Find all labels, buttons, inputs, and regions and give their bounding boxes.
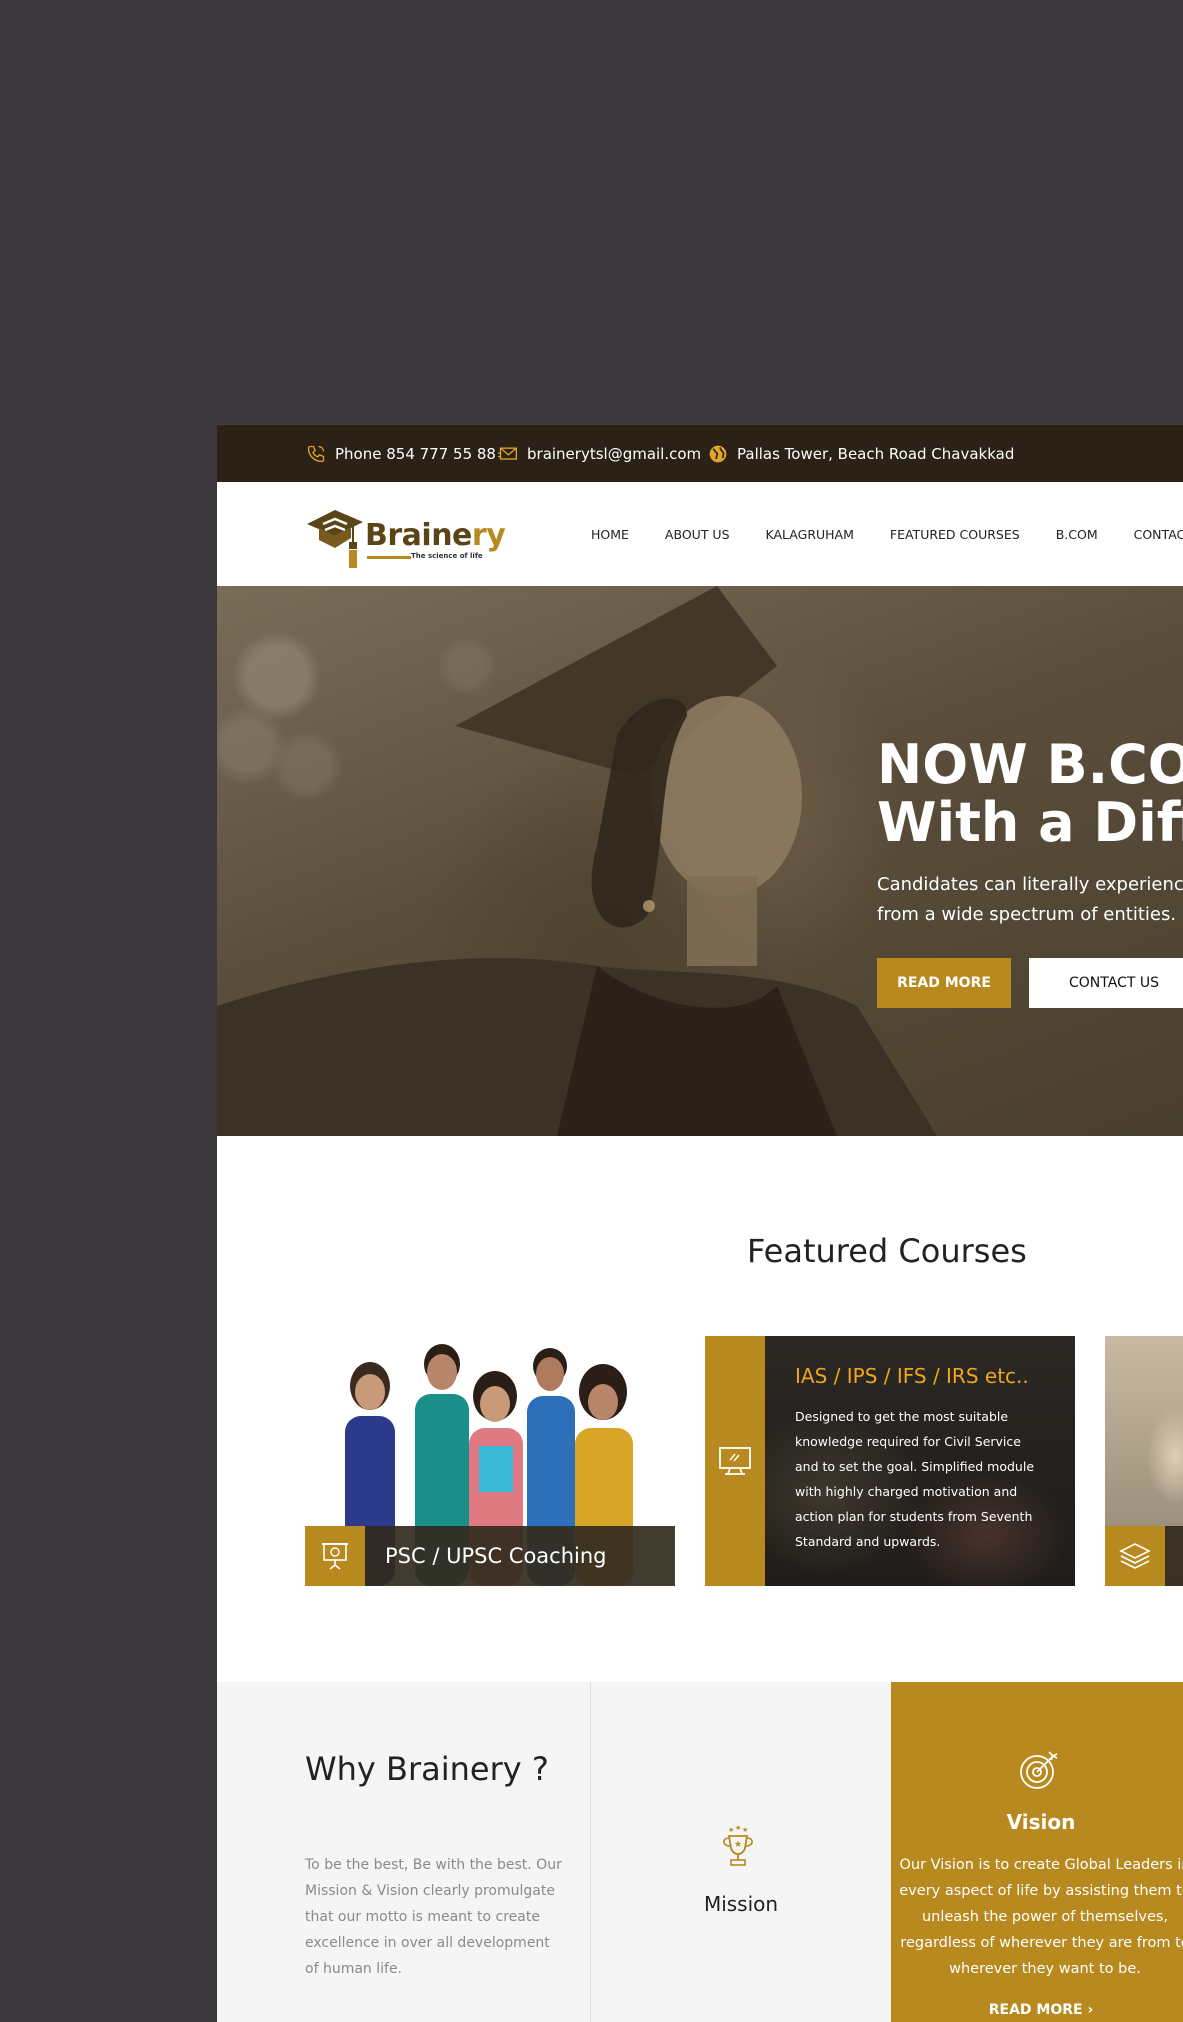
site-header: Brainery The science of life HOME ABOUT … [217, 482, 1183, 586]
hero-read-more-button[interactable]: READ MORE [877, 958, 1011, 1008]
hero-banner: NOW B.COM With a Difference Candidates c… [217, 586, 1183, 1136]
monitor-icon [719, 1447, 751, 1475]
globe-icon [707, 443, 729, 465]
why-column: Why Brainery ? To be the best, Be with t… [217, 1682, 591, 2022]
top-info-bar: Phone 854 777 55 88 brainerytsl@gmail.co… [217, 424, 1183, 483]
course-card-title: IAS / IPS / IFS / IRS etc.. [795, 1364, 1029, 1388]
course-card-third[interactable] [1105, 1336, 1183, 1586]
vision-title: Vision [1006, 1810, 1076, 1834]
nav-home[interactable]: HOME [591, 527, 629, 542]
why-text: To be the best, Be with the best. Our Mi… [305, 1857, 562, 1977]
logo-text-accent: ry [471, 518, 506, 553]
logo-wordmark: Brainery [365, 518, 506, 553]
logo-text-main: Braine [365, 518, 472, 553]
vision-text: Our Vision is to create Global Leaders i… [899, 1857, 1183, 1977]
mission-block[interactable]: ★ ★ ★ ★ Mission [591, 1682, 891, 2022]
layers-icon [1105, 1526, 1165, 1586]
hero-title: NOW B.COM With a Difference [877, 736, 1183, 852]
address-text: Pallas Tower, Beach Road Chavakkad [737, 445, 1015, 463]
featured-courses-heading: Featured Courses [747, 1232, 1027, 1270]
mission-label: Mission [703, 1892, 779, 1916]
course-card-description: Designed to get the most suitable knowle… [795, 1409, 1035, 1549]
main-nav: HOME ABOUT US KALAGRUHAM FEATURED COURSE… [591, 482, 1183, 586]
brainery-logo[interactable]: Brainery The science of life [305, 504, 506, 570]
nav-featured-courses[interactable]: FEATURED COURSES [890, 527, 1020, 542]
why-brainery-section: Why Brainery ? To be the best, Be with t… [217, 1682, 1183, 2022]
vision-read-more-label: READ MORE [988, 2002, 1083, 2018]
why-heading: Why Brainery ? [305, 1750, 549, 1788]
hero-title-line1: NOW B.COM [877, 733, 1183, 796]
phone-text: Phone 854 777 55 88 [335, 445, 496, 463]
presentation-icon [305, 1526, 365, 1586]
nav-bcom[interactable]: B.COM [1056, 527, 1098, 542]
course-card-caption [1165, 1526, 1183, 1586]
graduate-woman-image [217, 586, 937, 1136]
hero-contact-us-button[interactable]: CONTACT US [1029, 958, 1183, 1008]
course-card-label: PSC / UPSC Coaching [385, 1544, 607, 1568]
email-contact[interactable]: brainerytsl@gmail.com [497, 425, 701, 483]
vision-read-more-link[interactable]: READ MORE › [891, 2002, 1183, 2018]
vision-block: Vision Our Vision is to create Global Le… [891, 1682, 1183, 2022]
svg-text:★: ★ [742, 1826, 748, 1834]
email-text: brainerytsl@gmail.com [527, 445, 702, 463]
target-icon [1017, 1748, 1061, 1797]
graduation-cap-icon [307, 510, 363, 568]
hero-subtitle: Candidates can literally experience from… [877, 870, 1183, 930]
course-card-civil-services[interactable]: IAS / IPS / IFS / IRS etc.. Designed to … [705, 1336, 1075, 1586]
website-page: Phone 854 777 55 88 brainerytsl@gmail.co… [217, 424, 1183, 2022]
phone-contact[interactable]: Phone 854 777 55 88 [305, 425, 496, 483]
nav-about-us[interactable]: ABOUT US [665, 527, 730, 542]
chevron-right-icon: › [1087, 2002, 1094, 2018]
logo-underline [367, 556, 411, 559]
nav-kalagruham[interactable]: KALAGRUHAM [766, 527, 854, 542]
phone-icon [305, 443, 327, 465]
hero-title-line2: With a Difference [877, 791, 1183, 854]
mail-icon [497, 443, 519, 465]
svg-text:★: ★ [728, 1826, 734, 1834]
course-card-icon-bar [705, 1336, 765, 1586]
address-contact: Pallas Tower, Beach Road Chavakkad [707, 425, 1014, 483]
nav-contact[interactable]: CONTACT [1134, 527, 1183, 542]
svg-text:★: ★ [735, 1824, 741, 1832]
hero-subtitle-line2: from a wide spectrum of entities. [877, 904, 1177, 925]
svg-text:★: ★ [734, 1839, 742, 1849]
trophy-icon: ★ ★ ★ ★ [716, 1824, 760, 1873]
logo-tagline: The science of life [411, 552, 483, 560]
course-card-psc-upsc[interactable]: PSC / UPSC Coaching [305, 1336, 675, 1586]
hero-subtitle-line1: Candidates can literally experience [877, 874, 1183, 895]
